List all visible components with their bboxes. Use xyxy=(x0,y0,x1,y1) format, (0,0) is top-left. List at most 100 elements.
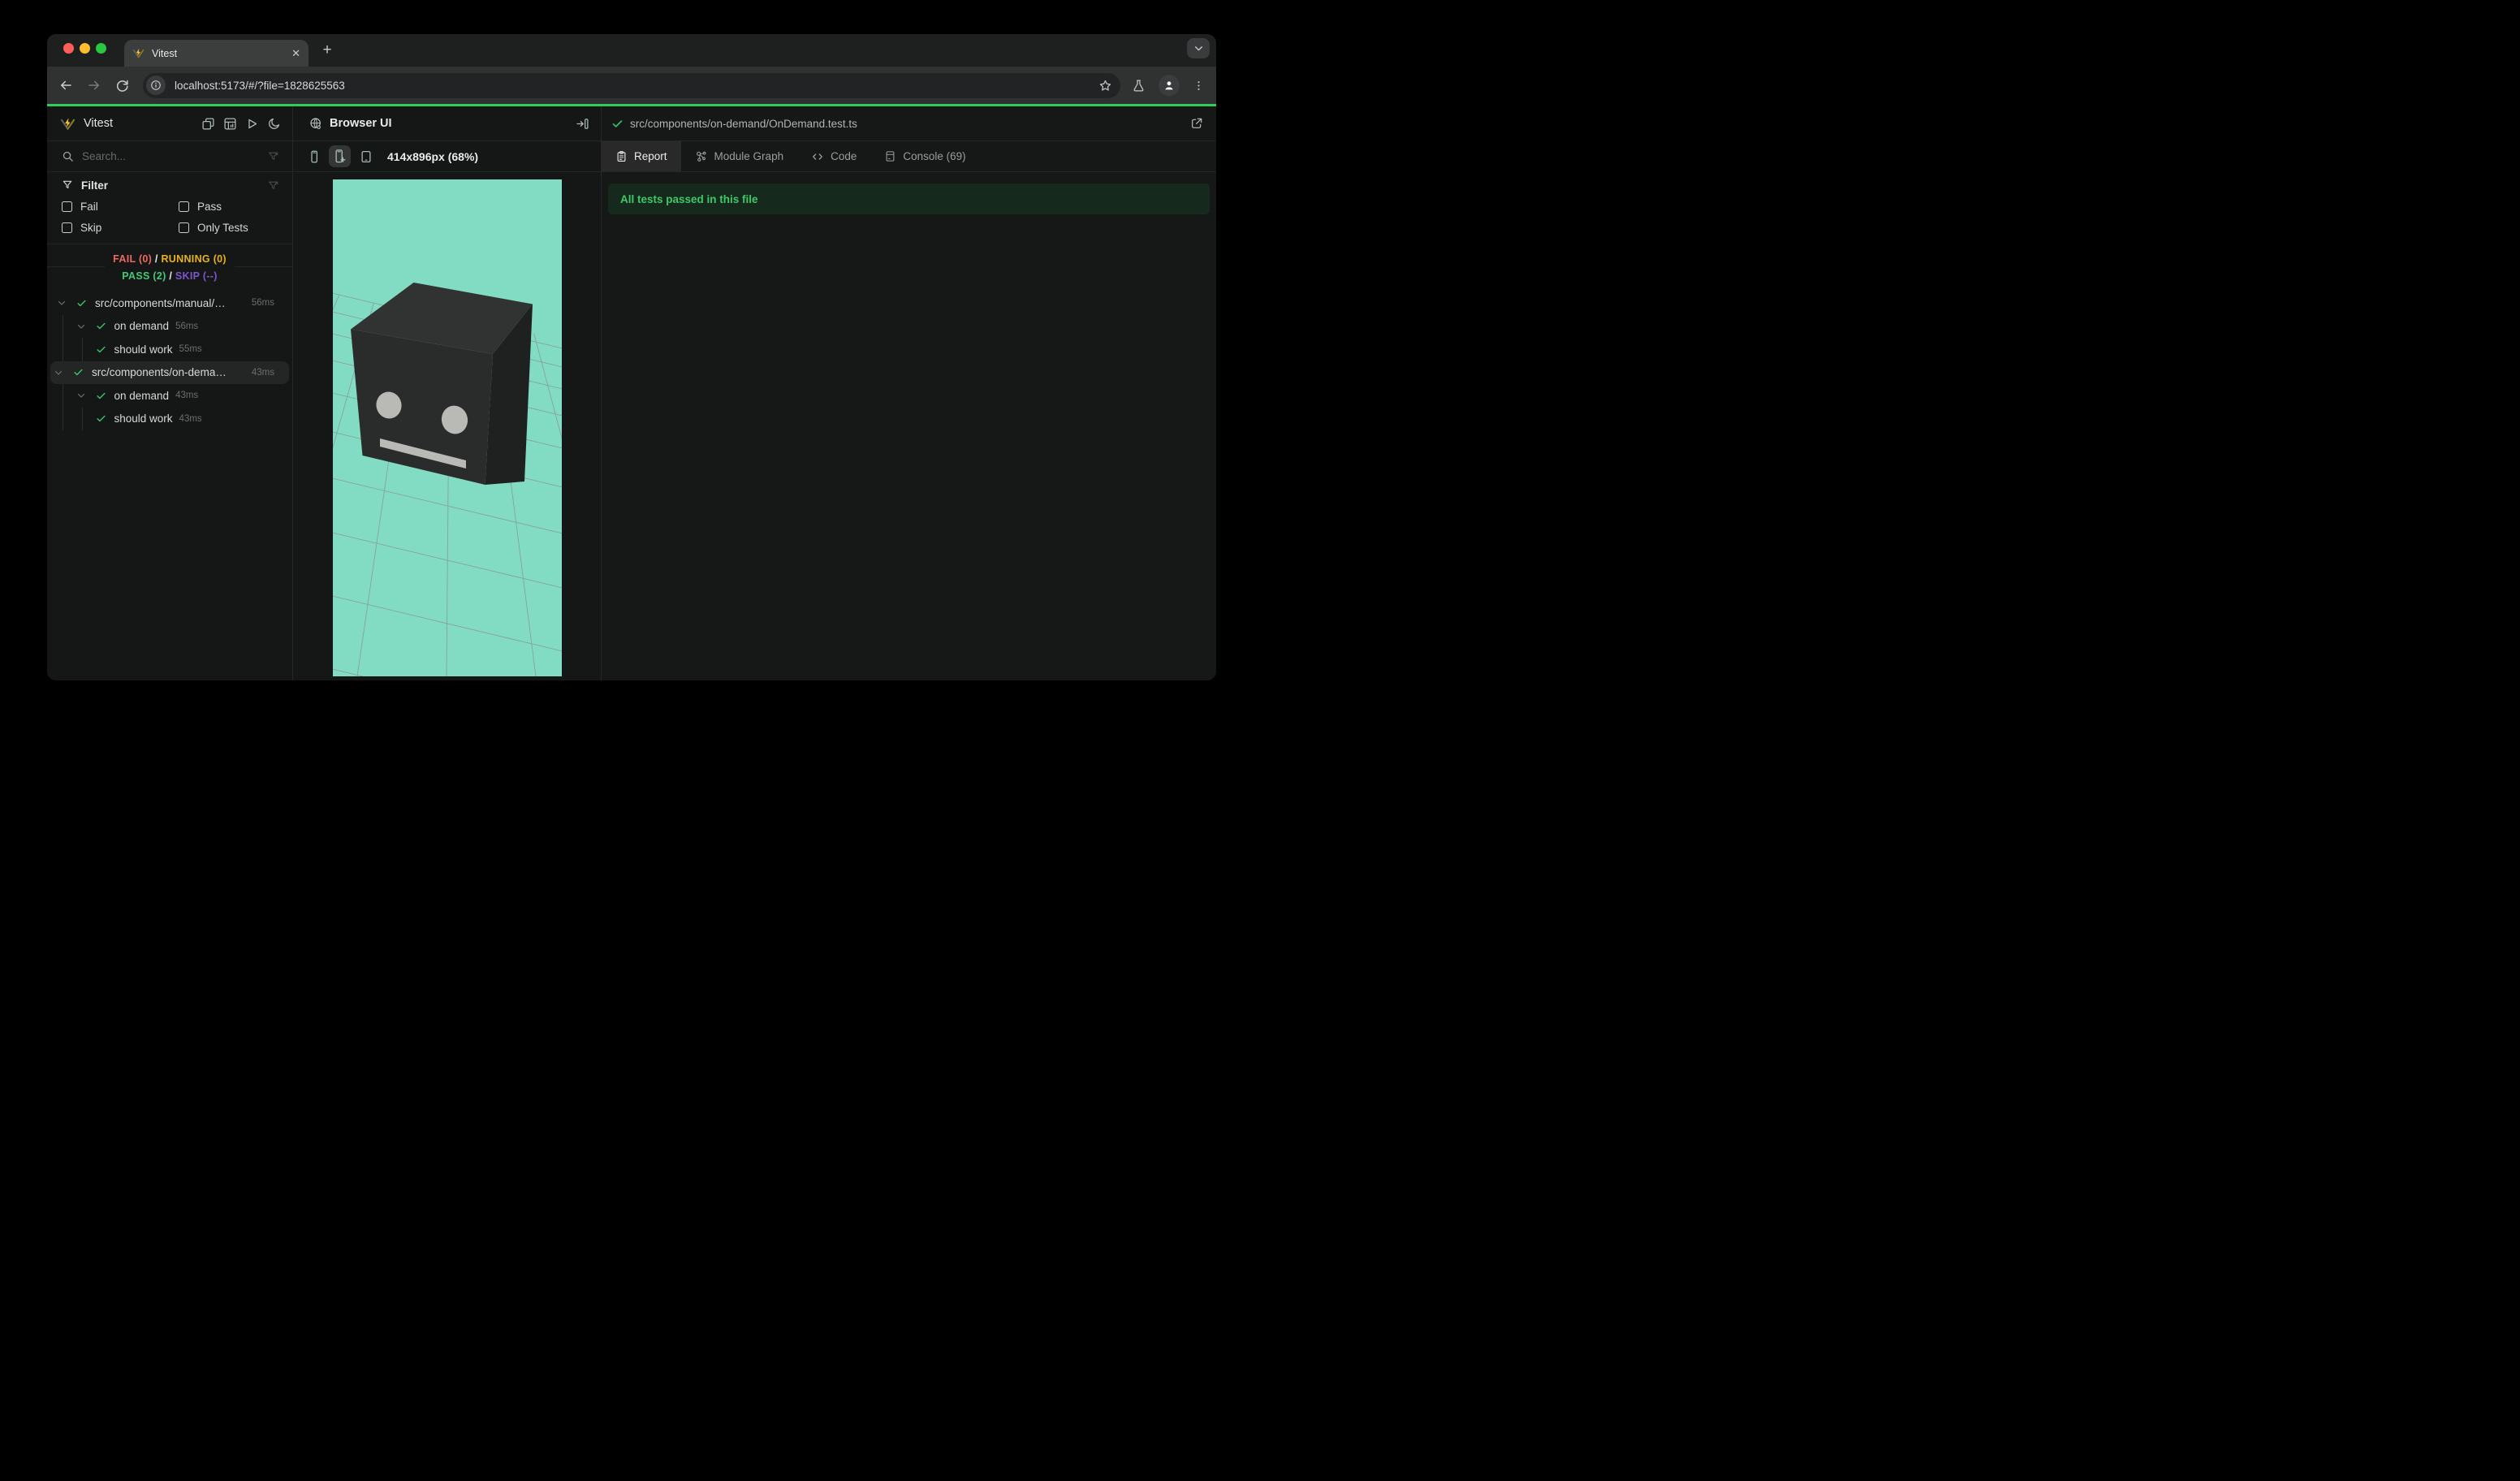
check-icon xyxy=(96,346,106,352)
filter-funnel-icon xyxy=(63,180,72,189)
browser-tab[interactable]: Vitest ✕ xyxy=(124,40,309,67)
screenshot-stage: Vitest ✕ + localhost:5173/#/?file=182862… xyxy=(0,0,1260,740)
clipboard-icon xyxy=(617,151,626,162)
module-graph-icon xyxy=(696,151,706,162)
test-case-row[interactable]: should work 43ms xyxy=(50,407,289,430)
traffic-lights xyxy=(63,43,106,54)
browser-window: Vitest ✕ + localhost:5173/#/?file=182862… xyxy=(47,34,1216,680)
maximize-window-button[interactable] xyxy=(96,43,106,54)
avatar xyxy=(1159,75,1180,96)
check-icon xyxy=(77,300,86,306)
minimize-window-button[interactable] xyxy=(80,43,90,54)
filter-checkbox-fail[interactable]: Fail xyxy=(62,201,179,213)
running-count: RUNNING (0) xyxy=(161,253,227,265)
test-suite-row[interactable]: on demand 43ms xyxy=(50,384,289,408)
experiments-flask-button[interactable] xyxy=(1132,79,1146,93)
stats-line-2: PASS (2) / SKIP (--) xyxy=(122,270,218,282)
collapse-panels-button[interactable] xyxy=(201,117,215,131)
filter-checkbox-pass[interactable]: Pass xyxy=(179,201,292,213)
checkbox[interactable] xyxy=(62,222,72,233)
vitest-favicon-icon xyxy=(132,47,145,59)
console-icon xyxy=(886,151,895,162)
fail-count: FAIL (0) xyxy=(113,253,153,265)
device-phone-plus-button[interactable] xyxy=(329,145,351,167)
site-info-button[interactable] xyxy=(146,76,166,95)
tab-strip: Vitest ✕ + xyxy=(47,34,1216,67)
checkbox[interactable] xyxy=(179,222,189,233)
chevron-down-icon[interactable] xyxy=(76,391,86,400)
indent-guide xyxy=(81,338,83,361)
check-icon xyxy=(74,369,83,376)
filter-checkbox-skip[interactable]: Skip xyxy=(62,222,179,234)
browser-menu-button[interactable] xyxy=(1193,80,1205,92)
open-panel-right-button[interactable] xyxy=(576,117,601,131)
tab-console[interactable]: Console (69) xyxy=(870,141,979,171)
browser-toolbar: localhost:5173/#/?file=1828625563 xyxy=(47,67,1216,104)
tab-search-button[interactable] xyxy=(1187,38,1210,58)
forward-button[interactable] xyxy=(87,78,101,93)
tab-code[interactable]: Code xyxy=(797,141,870,171)
test-tree: src/components/manual/… 56ms on demand 5… xyxy=(47,288,292,680)
url-text[interactable]: localhost:5173/#/?file=1828625563 xyxy=(175,80,1098,92)
preview-body xyxy=(293,172,601,680)
tested-app-viewport[interactable] xyxy=(332,179,562,676)
browser-ui-panel: Browser UI 414x896px (68%) xyxy=(293,106,602,680)
test-file-path: src/components/on-demand/OnDemand.test.t… xyxy=(630,117,857,130)
close-window-button[interactable] xyxy=(63,43,74,54)
info-icon xyxy=(151,80,161,90)
theme-toggle-moon-icon[interactable] xyxy=(267,117,281,131)
stats-line-1: FAIL (0) / RUNNING (0) xyxy=(113,253,227,265)
viewport-dimensions: 414x896px (68%) xyxy=(387,149,479,163)
report-panel: src/components/on-demand/OnDemand.test.t… xyxy=(602,106,1216,680)
device-phone-button[interactable] xyxy=(303,145,325,167)
run-all-button[interactable] xyxy=(245,117,259,131)
test-case-row[interactable]: should work 55ms xyxy=(50,338,289,361)
profile-button[interactable] xyxy=(1159,75,1180,96)
clear-search-filter-icon[interactable] xyxy=(267,150,292,162)
chevron-down-icon xyxy=(1194,46,1202,51)
report-header: src/components/on-demand/OnDemand.test.t… xyxy=(602,106,1216,141)
tab-close-icon[interactable]: ✕ xyxy=(291,48,300,58)
check-icon xyxy=(96,323,106,330)
checkbox[interactable] xyxy=(62,201,72,212)
filter-checkbox-only-tests[interactable]: Only Tests xyxy=(179,222,292,234)
address-bar[interactable]: localhost:5173/#/?file=1828625563 xyxy=(143,72,1120,98)
device-toolbar: 414x896px (68%) xyxy=(293,141,601,172)
search-input[interactable]: Search... xyxy=(82,150,267,162)
browser-ui-title: Browser UI xyxy=(330,117,392,130)
check-icon xyxy=(96,392,106,399)
check-icon xyxy=(96,416,106,422)
device-tablet-button[interactable] xyxy=(355,145,377,167)
checkbox[interactable] xyxy=(179,201,189,212)
clear-filters-icon[interactable] xyxy=(267,179,292,192)
tab-module-graph[interactable]: Module Graph xyxy=(681,141,798,171)
test-stats: FAIL (0) / RUNNING (0) PASS (2) / SKIP (… xyxy=(47,244,292,288)
back-button[interactable] xyxy=(58,78,73,93)
test-suite-row[interactable]: on demand 56ms xyxy=(50,314,289,338)
sidebar: Vitest Search... Filter Fail Pass Skip O… xyxy=(47,106,293,680)
test-file-row-selected[interactable]: src/components/on-dema… 43ms xyxy=(50,361,289,384)
reload-button[interactable] xyxy=(115,79,129,93)
globe-icon xyxy=(310,118,321,129)
chevron-down-icon[interactable] xyxy=(57,298,67,308)
report-body: All tests passed in this file xyxy=(602,172,1216,680)
chevron-down-icon[interactable] xyxy=(76,322,86,331)
tab-title: Vitest xyxy=(152,47,178,59)
dashboard-button[interactable] xyxy=(223,117,237,131)
search-bar[interactable]: Search... xyxy=(47,141,292,172)
new-tab-button[interactable]: + xyxy=(318,41,336,59)
skip-count: SKIP (--) xyxy=(175,270,218,282)
check-icon xyxy=(612,119,623,127)
report-tabs: Report Module Graph Code Console (69) xyxy=(602,141,1216,172)
test-file-row[interactable]: src/components/manual/… 56ms xyxy=(50,291,289,315)
app-title: Vitest xyxy=(84,117,114,130)
chevron-down-icon[interactable] xyxy=(54,368,63,378)
all-tests-passed-banner: All tests passed in this file xyxy=(608,184,1210,214)
open-in-editor-button[interactable] xyxy=(1190,117,1216,130)
vitest-ui: Vitest Search... Filter Fail Pass Skip O… xyxy=(47,106,1216,680)
browser-ui-header: Browser UI xyxy=(293,106,601,141)
vitest-logo-icon xyxy=(60,116,76,132)
tab-report[interactable]: Report xyxy=(602,141,681,171)
bookmark-star-icon[interactable] xyxy=(1098,79,1112,93)
filter-title: Filter xyxy=(81,179,109,192)
